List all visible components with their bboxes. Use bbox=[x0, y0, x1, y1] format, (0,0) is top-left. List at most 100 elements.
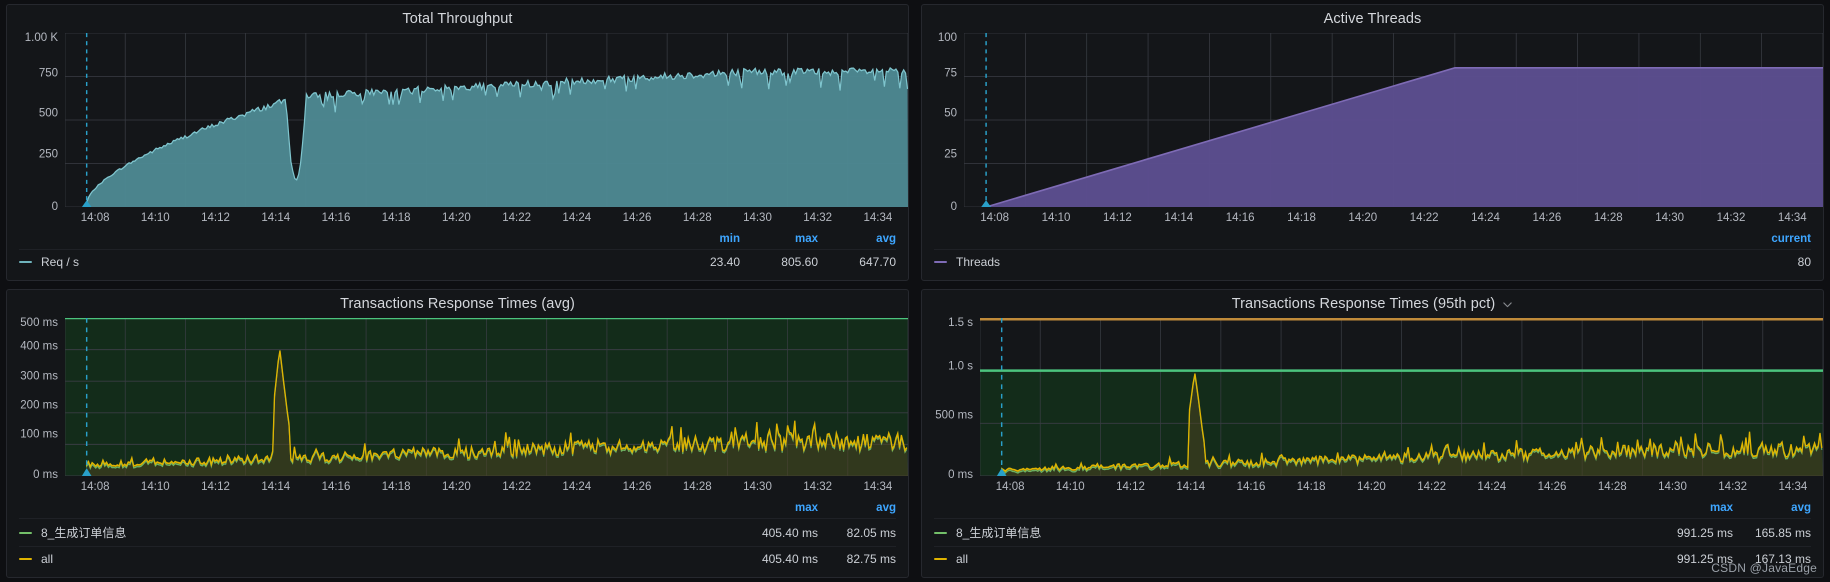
legend-series-label: Threads bbox=[956, 255, 1000, 269]
x-tick: 14:32 bbox=[1717, 212, 1746, 224]
x-tick: 14:08 bbox=[996, 481, 1025, 493]
chart-response-times-95th[interactable] bbox=[980, 318, 1823, 476]
x-tick: 14:18 bbox=[1287, 212, 1316, 224]
legend-col-max[interactable]: max bbox=[740, 233, 818, 245]
x-tick: 14:08 bbox=[980, 212, 1009, 224]
legend-col-max[interactable]: max bbox=[1655, 502, 1733, 514]
legend-series-name-wrap[interactable]: Threads bbox=[934, 255, 1733, 269]
x-tick: 14:16 bbox=[1237, 481, 1266, 493]
series-color-swatch bbox=[19, 558, 32, 560]
legend-col-avg[interactable]: avg bbox=[1733, 502, 1811, 514]
legend-series-label: Req / s bbox=[41, 255, 79, 269]
legend-series-name-wrap[interactable]: 8_生成订单信息 bbox=[19, 524, 740, 541]
legend-col-current[interactable]: current bbox=[1733, 233, 1811, 245]
x-tick: 14:24 bbox=[562, 212, 591, 224]
x-tick: 14:14 bbox=[1164, 212, 1193, 224]
watermark: CSDN @JavaEdge bbox=[1711, 561, 1817, 575]
panel-response-times-95th[interactable]: Transactions Response Times (95th pct) 1… bbox=[921, 289, 1824, 578]
legend-series-row[interactable]: 8_生成订单信息 405.40 ms 82.05 ms bbox=[19, 518, 896, 546]
x-tick: 14:20 bbox=[1357, 481, 1386, 493]
legend-value-min: 23.40 bbox=[662, 255, 740, 269]
panel-header-total-throughput[interactable]: Total Throughput bbox=[7, 5, 908, 33]
legend-value-max: 991.25 ms bbox=[1655, 526, 1733, 540]
plot-area-total-throughput: 1.00 K 750 500 250 0 14:0814:1014:1214:1… bbox=[7, 33, 908, 231]
legend-series-label: all bbox=[956, 552, 968, 566]
y-tick: 75 bbox=[944, 68, 957, 80]
series-color-swatch bbox=[934, 261, 947, 263]
x-tick: 14:30 bbox=[743, 212, 772, 224]
x-tick: 14:24 bbox=[562, 481, 591, 493]
panel-header-response-times-avg[interactable]: Transactions Response Times (avg) bbox=[7, 290, 908, 318]
legend-series-row[interactable]: all 991.25 ms 167.13 ms bbox=[934, 546, 1811, 571]
y-tick: 750 bbox=[39, 68, 58, 80]
legend-series-row[interactable]: Threads 80 bbox=[934, 249, 1811, 274]
legend-series-row[interactable]: 8_生成订单信息 991.25 ms 165.85 ms bbox=[934, 518, 1811, 546]
panel-cell-active-threads: Active Threads 100 75 50 25 0 bbox=[915, 0, 1830, 285]
x-axis-response-times-avg: 14:0814:1014:1214:1414:1614:1814:2014:22… bbox=[7, 476, 908, 500]
plot-area-active-threads: 100 75 50 25 0 14:0814:1014:1214:1414:16… bbox=[922, 33, 1823, 231]
x-tick: 14:10 bbox=[1042, 212, 1071, 224]
panel-header-active-threads[interactable]: Active Threads bbox=[922, 5, 1823, 33]
grafana-dashboard: Total Throughput 1.00 K 750 500 250 0 bbox=[0, 0, 1830, 582]
y-tick: 500 ms bbox=[935, 410, 973, 422]
legend-series-name-wrap[interactable]: all bbox=[19, 552, 740, 566]
y-tick: 500 bbox=[39, 109, 58, 121]
legend-header-row: min max avg bbox=[19, 233, 896, 249]
x-tick: 14:18 bbox=[1297, 481, 1326, 493]
legend-col-avg[interactable]: avg bbox=[818, 233, 896, 245]
x-axis-active-threads: 14:0814:1014:1214:1414:1614:1814:2014:22… bbox=[922, 207, 1823, 231]
x-tick: 14:26 bbox=[623, 212, 652, 224]
panel-total-throughput[interactable]: Total Throughput 1.00 K 750 500 250 0 bbox=[6, 4, 909, 281]
panel-response-times-avg[interactable]: Transactions Response Times (avg) 500 ms… bbox=[6, 289, 909, 578]
legend-series-name-wrap[interactable]: all bbox=[934, 552, 1655, 566]
y-tick: 1.5 s bbox=[948, 318, 973, 330]
legend-series-row[interactable]: all 405.40 ms 82.75 ms bbox=[19, 546, 896, 571]
legend-value-max: 405.40 ms bbox=[740, 526, 818, 540]
x-tick: 14:14 bbox=[261, 212, 290, 224]
panel-cell-response-times-95th: Transactions Response Times (95th pct) 1… bbox=[915, 285, 1830, 582]
legend-active-threads: current Threads 80 bbox=[922, 231, 1823, 280]
panel-title: Total Throughput bbox=[402, 11, 512, 27]
y-tick: 50 bbox=[944, 109, 957, 121]
series-color-swatch bbox=[19, 261, 32, 263]
x-tick: 14:18 bbox=[382, 212, 411, 224]
x-tick: 14:34 bbox=[1779, 481, 1808, 493]
legend-value-avg: 647.70 bbox=[818, 255, 896, 269]
panel-title: Transactions Response Times (avg) bbox=[340, 296, 575, 312]
legend-series-name-wrap[interactable]: 8_生成订单信息 bbox=[934, 524, 1655, 541]
panel-header-response-times-95th[interactable]: Transactions Response Times (95th pct) bbox=[922, 290, 1823, 318]
panel-cell-response-times-avg: Transactions Response Times (avg) 500 ms… bbox=[0, 285, 915, 582]
legend-col-min[interactable]: min bbox=[662, 233, 740, 245]
legend-col-avg[interactable]: avg bbox=[818, 502, 896, 514]
x-axis-response-times-95th: 14:0814:1014:1214:1414:1614:1814:2014:22… bbox=[922, 476, 1823, 500]
legend-col-max[interactable]: max bbox=[740, 502, 818, 514]
legend-header-row: current bbox=[934, 233, 1811, 249]
panel-active-threads[interactable]: Active Threads 100 75 50 25 0 bbox=[921, 4, 1824, 281]
x-tick: 14:32 bbox=[1718, 481, 1747, 493]
series-color-swatch bbox=[19, 532, 32, 534]
x-tick: 14:22 bbox=[1410, 212, 1439, 224]
chart-active-threads[interactable] bbox=[964, 33, 1823, 207]
chart-total-throughput[interactable] bbox=[65, 33, 908, 207]
x-tick: 14:08 bbox=[81, 481, 110, 493]
legend-value-max: 805.60 bbox=[740, 255, 818, 269]
legend-series-row[interactable]: Req / s 23.40 805.60 647.70 bbox=[19, 249, 896, 274]
x-tick: 14:16 bbox=[322, 481, 351, 493]
x-tick: 14:10 bbox=[1056, 481, 1085, 493]
x-tick: 14:28 bbox=[1598, 481, 1627, 493]
x-tick: 14:14 bbox=[1176, 481, 1205, 493]
legend-series-label: 8_生成订单信息 bbox=[41, 524, 126, 541]
x-tick: 14:34 bbox=[864, 481, 893, 493]
chart-response-times-avg[interactable] bbox=[65, 318, 908, 476]
x-tick: 14:08 bbox=[81, 212, 110, 224]
y-axis-response-times-95th: 1.5 s 1.0 s 500 ms 0 ms bbox=[922, 318, 980, 476]
x-tick: 14:22 bbox=[1417, 481, 1446, 493]
y-tick: 1.00 K bbox=[25, 33, 58, 45]
legend-series-name-wrap[interactable]: Req / s bbox=[19, 255, 662, 269]
chevron-down-icon[interactable] bbox=[1502, 299, 1513, 310]
x-tick: 14:34 bbox=[864, 212, 893, 224]
x-tick: 14:20 bbox=[1348, 212, 1377, 224]
y-axis-response-times-avg: 500 ms 400 ms 300 ms 200 ms 100 ms 0 ms bbox=[7, 318, 65, 476]
legend-response-times-avg: max avg 8_生成订单信息 405.40 ms 82.05 ms all bbox=[7, 500, 908, 577]
legend-value-avg: 165.85 ms bbox=[1733, 526, 1811, 540]
